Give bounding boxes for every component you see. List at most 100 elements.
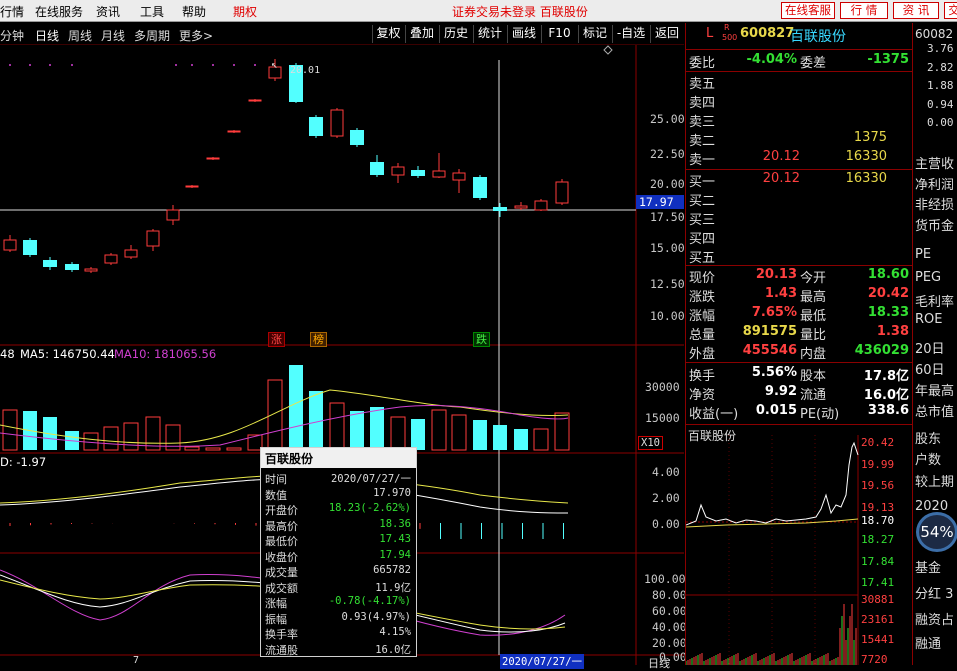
volume-bar (103, 426, 119, 451)
menu-online-service[interactable]: 在线服务 (35, 3, 83, 20)
menu-news[interactable]: 资讯 (96, 3, 120, 20)
period-daily-tab[interactable]: 日线 (35, 27, 59, 44)
farright-label[interactable]: 20日 (915, 338, 945, 357)
period-multi-tab[interactable]: 多周期 (134, 27, 170, 44)
stat-value: 20.13 (755, 267, 797, 282)
candlestick[interactable] (146, 229, 160, 251)
candlestick[interactable] (166, 205, 180, 225)
kdj-tick: 20.00 (652, 636, 687, 650)
candlestick[interactable] (124, 245, 138, 259)
farright-label[interactable]: ROE (915, 312, 942, 327)
farright-label[interactable]: 非经损 (915, 194, 954, 213)
sell-row[interactable]: 卖五 (686, 72, 913, 92)
trade-button[interactable]: 交 (944, 2, 957, 19)
limit-up-badge[interactable]: 涨 (268, 332, 285, 347)
menu-market[interactable]: 行情 (0, 3, 24, 20)
candlestick[interactable] (534, 199, 548, 211)
candlestick[interactable] (514, 202, 528, 210)
period-weekly-tab[interactable]: 周线 (68, 27, 92, 44)
candlestick[interactable] (185, 185, 199, 188)
farright-label[interactable]: 净利润 (915, 174, 954, 193)
buy-row[interactable]: 买三 (686, 208, 913, 228)
history-button[interactable]: 历史 (439, 25, 472, 43)
sell-row[interactable]: 卖三 (686, 110, 913, 130)
candlestick[interactable] (350, 128, 364, 147)
farright-label[interactable]: 毛利率 (915, 291, 954, 310)
farright-label[interactable]: 融通 (915, 633, 941, 652)
candlestick[interactable] (206, 157, 220, 160)
buy-row[interactable]: 买二 (686, 189, 913, 209)
farright-label[interactable]: 基金 (915, 557, 941, 576)
period-more-tab[interactable]: 更多> (179, 27, 213, 44)
candlestick[interactable] (330, 108, 344, 138)
candlestick[interactable] (391, 163, 405, 183)
sell-row[interactable]: 卖四 (686, 91, 913, 111)
farright-label[interactable]: 主营收 (915, 153, 954, 172)
farright-label[interactable]: 较上期 (915, 471, 954, 490)
diamond-icon[interactable] (603, 45, 613, 55)
volume-bar (411, 419, 425, 450)
candlestick[interactable] (493, 203, 507, 217)
farright-label[interactable]: PE (915, 247, 931, 262)
tooltip-row: 数值 17.970 (261, 487, 416, 502)
candlestick[interactable] (227, 130, 241, 133)
candlestick[interactable] (43, 257, 57, 270)
buy-row[interactable]: 买五 (686, 246, 913, 266)
candlestick[interactable] (248, 99, 262, 102)
period-minute-tab[interactable]: 分钟 (0, 27, 24, 44)
candlestick[interactable] (3, 235, 17, 252)
limit-down-badge[interactable]: 跌 (473, 332, 490, 347)
adjust-button[interactable]: 复权 (372, 25, 404, 43)
signal-dot (29, 64, 31, 66)
overlay-button[interactable]: 叠加 (405, 25, 438, 43)
mark-button[interactable]: 标记 (578, 25, 611, 43)
price-tick: 12.50 (650, 277, 685, 291)
tooltip-value: 16.0亿 (375, 643, 411, 656)
farright-label[interactable]: 融资占 (915, 609, 954, 628)
farright-label[interactable]: 股东 (915, 428, 941, 447)
farright-label[interactable]: PEG (915, 270, 941, 285)
sell-label: 卖五 (689, 77, 716, 92)
sell-row[interactable]: 卖二 1375 (686, 129, 913, 149)
candlestick[interactable] (432, 153, 446, 178)
menu-options[interactable]: 期权 (233, 3, 257, 20)
candlestick[interactable] (555, 179, 569, 205)
menu-help[interactable]: 帮助 (182, 3, 206, 20)
buy-volume: 16330 (845, 171, 887, 186)
sell-row[interactable]: 卖一 20.12 16330 (686, 148, 913, 168)
online-support-button[interactable]: 在线客服 (781, 2, 835, 19)
farright-label[interactable]: 60日 (915, 359, 945, 378)
menu-tools[interactable]: 工具 (140, 3, 164, 20)
tooltip-value: 17.94 (379, 548, 411, 561)
candlestick[interactable] (104, 253, 118, 265)
market-button[interactable]: 行 情 (840, 2, 888, 19)
fundamental-value: 9.92 (764, 384, 797, 399)
farright-label[interactable]: 户数 (915, 449, 941, 468)
candlestick[interactable] (452, 169, 466, 193)
buy-label: 买一 (689, 175, 716, 190)
buy-row[interactable]: 买一 20.12 16330 (686, 170, 913, 190)
farright-label[interactable]: 总市值 (915, 401, 954, 420)
volume-bar (451, 414, 467, 451)
buy-row[interactable]: 买四 (686, 227, 913, 247)
candlestick[interactable] (370, 155, 384, 177)
farright-label[interactable]: 分红 3 (915, 583, 953, 602)
candlestick[interactable] (65, 262, 79, 272)
back-button[interactable]: 返回 (650, 25, 683, 43)
draw-line-button[interactable]: 画线 (507, 25, 540, 43)
ranking-badge[interactable]: 榜 (310, 332, 327, 347)
statistics-button[interactable]: 统计 (473, 25, 506, 43)
remove-watchlist-button[interactable]: -自选 (612, 25, 649, 43)
news-button[interactable]: 资 讯 (893, 2, 939, 19)
farright-label[interactable]: 货币金 (915, 215, 954, 234)
candlestick[interactable] (23, 238, 37, 257)
period-monthly-tab[interactable]: 月线 (101, 27, 125, 44)
buy-label: 买四 (689, 232, 716, 247)
candlestick[interactable] (309, 115, 323, 138)
candlestick[interactable] (411, 166, 425, 178)
farright-label[interactable]: 年最高 (915, 380, 954, 399)
candlestick[interactable] (84, 267, 98, 273)
f10-button[interactable]: F10 (541, 25, 577, 43)
candlestick[interactable] (473, 175, 487, 200)
volume-tick: 30000 (645, 380, 680, 394)
